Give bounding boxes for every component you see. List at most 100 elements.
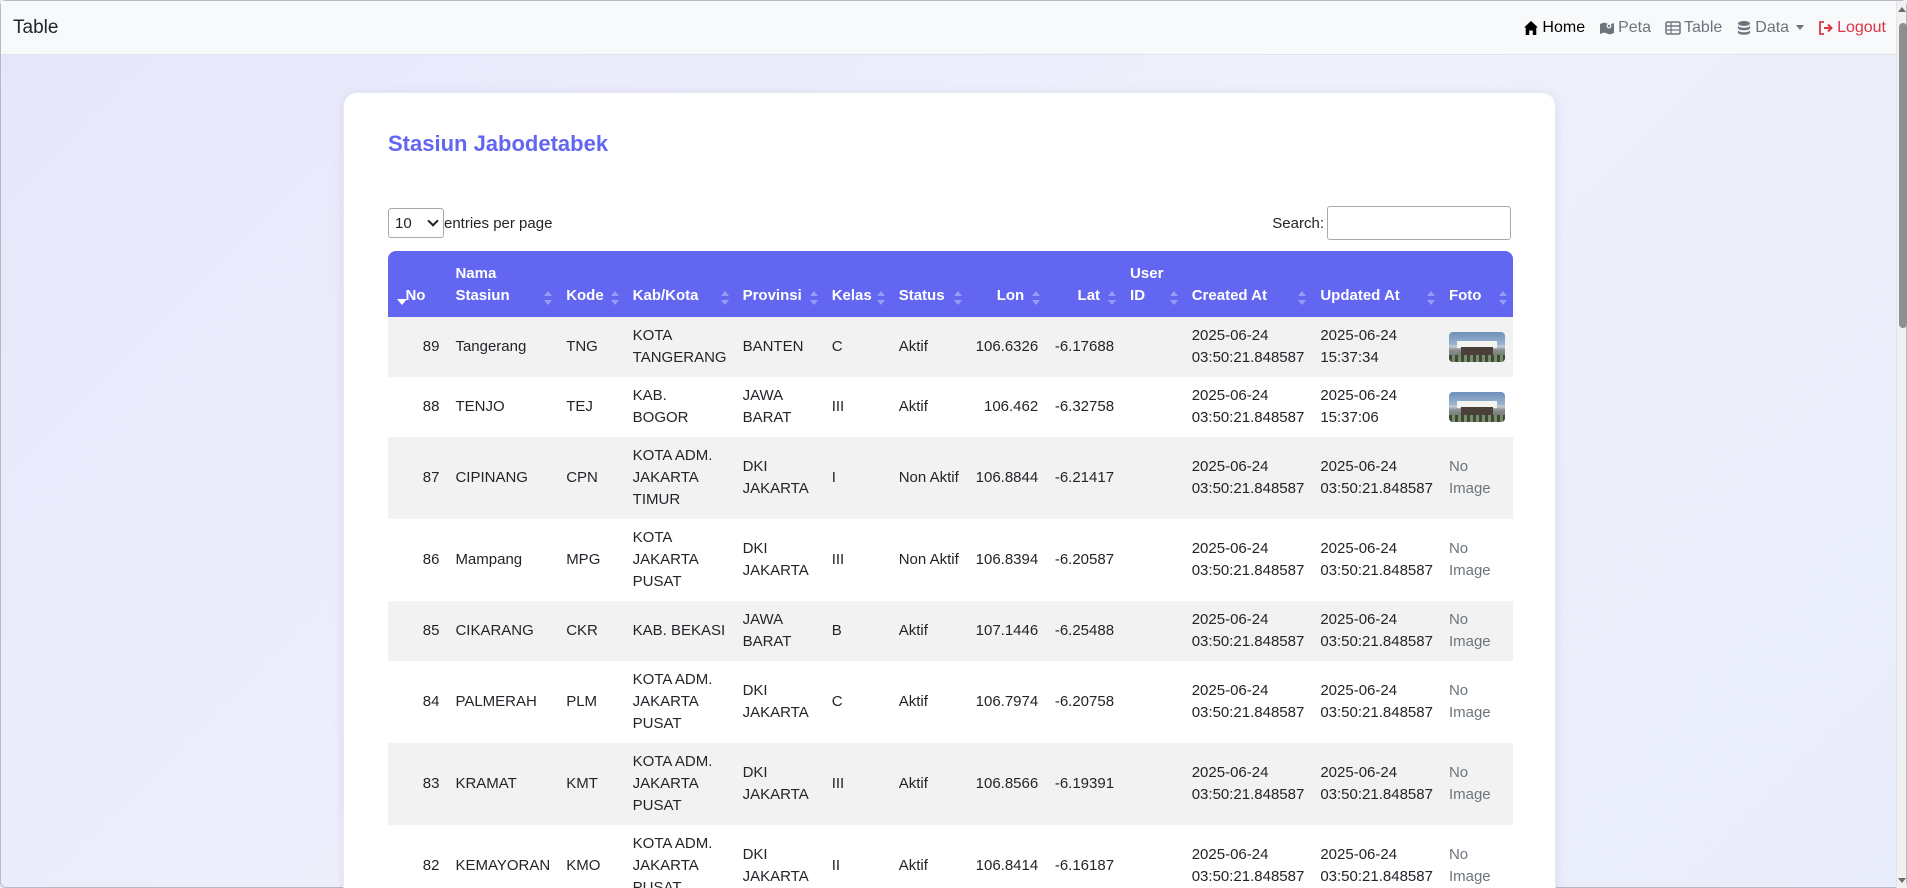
cell-provinsi: JAWA BARAT bbox=[734, 601, 824, 661]
cell-foto: No Image bbox=[1440, 437, 1513, 519]
column-header-user-id[interactable]: User ID bbox=[1122, 251, 1184, 317]
table-row: 83 KRAMAT KMT KOTA ADM. JAKARTA PUSAT DK… bbox=[388, 743, 1513, 825]
cell-user-id bbox=[1122, 825, 1184, 888]
table-row: 89 Tangerang TNG KOTA TANGERANG BANTEN C… bbox=[388, 317, 1513, 377]
cell-lon: 106.8414 bbox=[967, 825, 1047, 888]
scroll-down-arrow-icon[interactable] bbox=[1898, 878, 1906, 883]
cell-kelas: III bbox=[823, 519, 891, 601]
cell-created-at: 2025-06-24 03:50:21.848587 bbox=[1183, 377, 1313, 437]
cell-foto: No Image bbox=[1440, 661, 1513, 743]
column-header-status[interactable]: Status bbox=[890, 251, 968, 317]
cell-no: 85 bbox=[388, 601, 448, 661]
column-header-kab-kota[interactable]: Kab/Kota bbox=[624, 251, 735, 317]
column-header-kelas[interactable]: Kelas bbox=[823, 251, 891, 317]
cell-lon: 106.462 bbox=[967, 377, 1047, 437]
cell-kelas: B bbox=[823, 601, 891, 661]
cell-updated-at: 2025-06-24 03:50:21.848587 bbox=[1312, 743, 1441, 825]
scroll-up-arrow-icon[interactable] bbox=[1898, 7, 1906, 12]
entries-control: 10 entries per page bbox=[388, 208, 552, 238]
station-photo-thumbnail[interactable] bbox=[1448, 332, 1505, 362]
nav-table-link[interactable]: Table bbox=[1665, 19, 1722, 37]
cell-kab-kota: KOTA ADM. JAKARTA TIMUR bbox=[624, 437, 735, 519]
column-header-nama-stasiun[interactable]: Nama Stasiun bbox=[447, 251, 559, 317]
cell-lat: -6.20587 bbox=[1046, 519, 1123, 601]
cell-nama: CIKARANG bbox=[447, 601, 559, 661]
cell-status: Aktif bbox=[890, 661, 968, 743]
sort-icon bbox=[1298, 291, 1307, 305]
scroll-thumb[interactable] bbox=[1899, 23, 1907, 328]
cell-provinsi: DKI JAKARTA bbox=[734, 437, 824, 519]
cell-provinsi: DKI JAKARTA bbox=[734, 661, 824, 743]
cell-status: Aktif bbox=[890, 377, 968, 437]
cell-created-at: 2025-06-24 03:50:21.848587 bbox=[1183, 743, 1313, 825]
page-scrollbar[interactable] bbox=[1896, 1, 1907, 888]
cell-lon: 106.8394 bbox=[967, 519, 1047, 601]
column-header-updated-at[interactable]: Updated At bbox=[1312, 251, 1441, 317]
cell-kab-kota: KOTA ADM. JAKARTA PUSAT bbox=[624, 743, 735, 825]
nav-home-link[interactable]: Home bbox=[1523, 19, 1585, 37]
chevron-down-icon bbox=[1796, 25, 1805, 30]
cell-user-id bbox=[1122, 519, 1184, 601]
cell-lat: -6.32758 bbox=[1046, 377, 1123, 437]
column-header-created-at[interactable]: Created At bbox=[1183, 251, 1313, 317]
column-header-lat[interactable]: Lat bbox=[1046, 251, 1123, 317]
database-icon bbox=[1738, 20, 1751, 35]
cell-no: 86 bbox=[388, 519, 448, 601]
cell-updated-at: 2025-06-24 03:50:21.848587 bbox=[1312, 825, 1441, 888]
nav-data-dropdown[interactable]: Data bbox=[1736, 19, 1805, 37]
cell-kelas: III bbox=[823, 743, 891, 825]
column-header-no[interactable]: No bbox=[388, 251, 448, 317]
cell-updated-at: 2025-06-24 15:37:06 bbox=[1312, 377, 1441, 437]
sort-icon bbox=[953, 291, 962, 305]
cell-nama: TENJO bbox=[447, 377, 559, 437]
cell-no: 89 bbox=[388, 317, 448, 377]
cell-nama: KEMAYORAN bbox=[447, 825, 559, 888]
cell-provinsi: BANTEN bbox=[734, 317, 824, 377]
cell-no: 87 bbox=[388, 437, 448, 519]
cell-foto: No Image bbox=[1440, 825, 1513, 888]
cell-user-id bbox=[1122, 377, 1184, 437]
cell-no: 83 bbox=[388, 743, 448, 825]
sort-icon bbox=[1426, 291, 1435, 305]
table-row: 86 Mampang MPG KOTA JAKARTA PUSAT DKI JA… bbox=[388, 519, 1513, 601]
cell-created-at: 2025-06-24 03:50:21.848587 bbox=[1183, 317, 1313, 377]
entries-per-page-select[interactable]: 10 bbox=[388, 208, 444, 238]
cell-status: Non Aktif bbox=[890, 437, 968, 519]
sort-desc-icon bbox=[397, 299, 407, 305]
column-label: Kab/Kota bbox=[632, 287, 699, 304]
cell-kab-kota: KOTA ADM. JAKARTA PUSAT bbox=[624, 661, 735, 743]
sort-icon bbox=[1108, 291, 1117, 305]
nav-logout-link[interactable]: Logout bbox=[1818, 19, 1886, 37]
column-header-foto[interactable]: Foto bbox=[1440, 251, 1513, 317]
table-body: 89 Tangerang TNG KOTA TANGERANG BANTEN C… bbox=[388, 317, 1513, 888]
search-control: Search: bbox=[1272, 206, 1511, 240]
column-header-lon[interactable]: Lon bbox=[967, 251, 1047, 317]
search-input[interactable] bbox=[1327, 206, 1511, 240]
cell-lon: 106.8566 bbox=[967, 743, 1047, 825]
table-row: 84 PALMERAH PLM KOTA ADM. JAKARTA PUSAT … bbox=[388, 661, 1513, 743]
nav-table-label: Table bbox=[1684, 18, 1723, 36]
cell-status: Aktif bbox=[890, 601, 968, 661]
navbar-brand[interactable]: Table bbox=[13, 17, 58, 39]
column-header-provinsi[interactable]: Provinsi bbox=[734, 251, 824, 317]
nav-logout-label: Logout bbox=[1837, 18, 1886, 36]
cell-kode: KMO bbox=[558, 825, 625, 888]
stations-table: No Nama Stasiun Kode Kab/Kota Provinsi K… bbox=[388, 251, 1513, 888]
column-label: Foto bbox=[1448, 287, 1482, 304]
cell-updated-at: 2025-06-24 15:37:34 bbox=[1312, 317, 1441, 377]
cell-kelas: II bbox=[823, 825, 891, 888]
table-row: 82 KEMAYORAN KMO KOTA ADM. JAKARTA PUSAT… bbox=[388, 825, 1513, 888]
map-icon bbox=[1600, 22, 1615, 34]
table-row: 88 TENJO TEJ KAB. BOGOR JAWA BARAT III A… bbox=[388, 377, 1513, 437]
sort-icon bbox=[544, 291, 553, 305]
cell-updated-at: 2025-06-24 03:50:21.848587 bbox=[1312, 437, 1441, 519]
cell-foto bbox=[1440, 317, 1513, 377]
cell-lat: -6.17688 bbox=[1046, 317, 1123, 377]
cell-user-id bbox=[1122, 317, 1184, 377]
column-header-kode[interactable]: Kode bbox=[558, 251, 625, 317]
cell-updated-at: 2025-06-24 03:50:21.848587 bbox=[1312, 601, 1441, 661]
sort-icon bbox=[1032, 291, 1041, 305]
nav-peta-link[interactable]: Peta bbox=[1599, 19, 1651, 37]
station-photo-thumbnail[interactable] bbox=[1448, 392, 1505, 422]
column-label: Lat bbox=[1077, 287, 1101, 304]
